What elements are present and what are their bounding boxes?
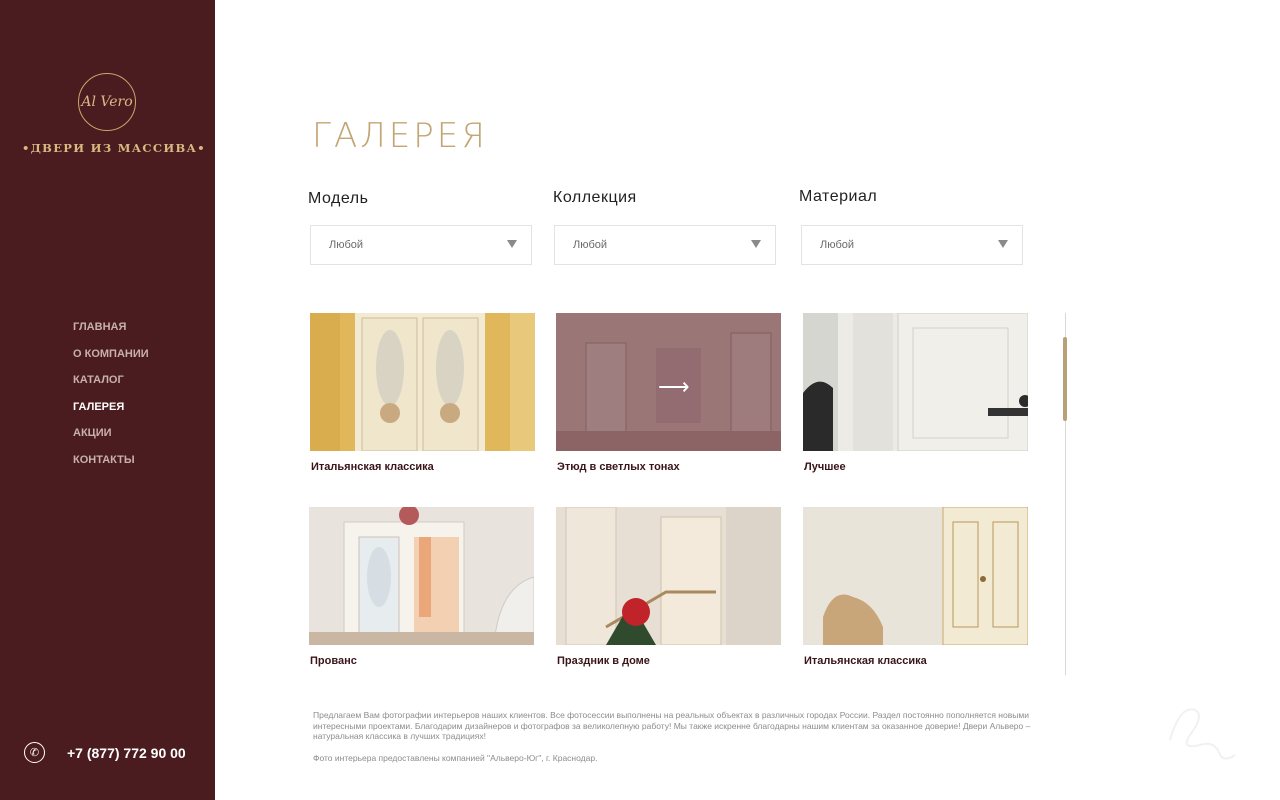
chevron-down-icon: [751, 240, 761, 248]
main-nav: ГЛАВНАЯ О КОМПАНИИ КАТАЛОГ ГАЛЕРЕЯ АКЦИИ…: [73, 320, 149, 479]
gallery-card[interactable]: Итальянская классика: [803, 507, 1028, 667]
gallery-caption: Итальянская классика: [804, 655, 927, 667]
material-select[interactable]: Любой: [801, 225, 1023, 265]
page-title: ГАЛЕРЕЯ: [312, 116, 488, 156]
nav-item-home[interactable]: ГЛАВНАЯ: [73, 320, 149, 347]
chevron-down-icon: [507, 240, 517, 248]
nav-item-contacts[interactable]: КОНТАКТЫ: [73, 453, 149, 480]
phone-icon: ✆: [24, 742, 45, 763]
gallery-photo: [556, 507, 781, 645]
gallery-card[interactable]: Итальянская классика: [310, 313, 535, 473]
phone-block[interactable]: ✆ +7 (877) 772 90 00: [24, 742, 186, 763]
gallery-card[interactable]: Прованс: [309, 507, 534, 667]
gallery-photo: [310, 313, 535, 451]
gallery-photo: [803, 313, 1028, 451]
gallery-card[interactable]: Лучшее: [803, 313, 1028, 473]
gallery-caption: Лучшее: [804, 461, 846, 473]
material-select-value: Любой: [820, 239, 855, 251]
gallery-card[interactable]: ⟶ Этюд в светлых тонах: [556, 313, 781, 473]
nav-item-gallery[interactable]: ГАЛЕРЕЯ: [73, 400, 149, 427]
logo[interactable]: Al Vero: [78, 73, 136, 131]
collection-select[interactable]: Любой: [554, 225, 776, 265]
nav-item-catalog[interactable]: КАТАЛОГ: [73, 373, 149, 400]
gallery-description: Предлагаем Вам фотографии интерьеров наш…: [313, 710, 1031, 741]
gallery-caption: Этюд в светлых тонах: [557, 461, 680, 473]
gallery-caption: Итальянская классика: [311, 461, 434, 473]
model-select-value: Любой: [329, 239, 364, 251]
gallery-caption: Праздник в доме: [557, 655, 650, 667]
gallery-photo: [309, 507, 534, 645]
filter-label-collection: Коллекция: [553, 189, 637, 206]
gallery-photo: ⟶: [556, 313, 781, 451]
photo-credit: Фото интерьера предоставлены компанией "…: [313, 753, 598, 763]
phone-number[interactable]: +7 (877) 772 90 00: [67, 745, 186, 761]
gallery-photo: [803, 507, 1028, 645]
collection-select-value: Любой: [573, 239, 608, 251]
filter-label-model: Модель: [308, 190, 369, 207]
arrow-right-icon: ⟶: [658, 374, 690, 399]
nav-item-about[interactable]: О КОМПАНИИ: [73, 347, 149, 374]
gallery-caption: Прованс: [310, 655, 357, 667]
filter-label-material: Материал: [799, 188, 878, 205]
watermark-logo-icon: [1169, 708, 1236, 760]
nav-item-promotions[interactable]: АКЦИИ: [73, 426, 149, 453]
logo-script: Al Vero: [81, 94, 133, 110]
logo-tagline: •ДВЕРИ ИЗ МАССИВА•: [22, 141, 206, 155]
sidebar: Al Vero •ДВЕРИ ИЗ МАССИВА• ГЛАВНАЯ О КОМ…: [0, 0, 215, 800]
gallery-scrollbar-thumb[interactable]: [1063, 337, 1067, 421]
chevron-down-icon: [998, 240, 1008, 248]
gallery-card[interactable]: Праздник в доме: [556, 507, 781, 667]
model-select[interactable]: Любой: [310, 225, 532, 265]
